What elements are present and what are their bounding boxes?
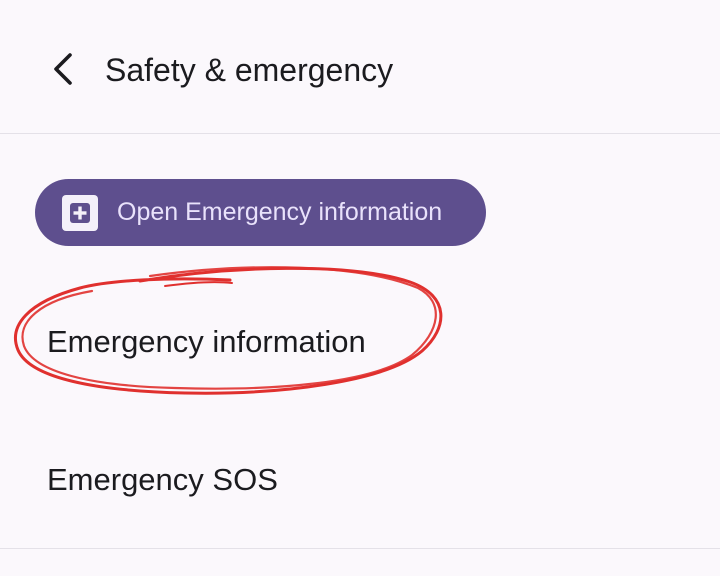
chevron-left-icon xyxy=(54,53,72,85)
open-emergency-information-button[interactable]: Open Emergency information xyxy=(35,179,486,246)
header-divider xyxy=(0,133,720,134)
list-item-emergency-sos[interactable]: Emergency SOS xyxy=(0,440,720,520)
list-item-label: Emergency information xyxy=(47,324,366,359)
list-divider xyxy=(0,548,720,549)
plus-box-icon xyxy=(62,194,98,231)
top-app-bar: Safety & emergency xyxy=(0,0,720,134)
list-item-label: Emergency SOS xyxy=(47,462,278,497)
open-emergency-information-label: Open Emergency information xyxy=(117,198,443,226)
list-item-emergency-information[interactable]: Emergency information xyxy=(0,302,720,382)
back-button[interactable] xyxy=(40,45,88,93)
page-title: Safety & emergency xyxy=(105,52,394,88)
safety-emergency-screen: Safety & emergency Open Emergency inform… xyxy=(0,0,720,576)
